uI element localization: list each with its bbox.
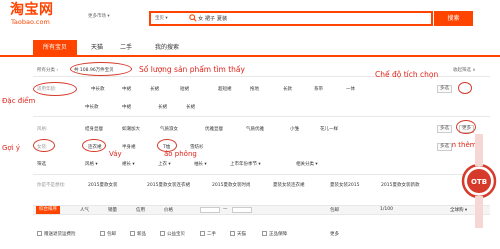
more-options-button[interactable]: 更多 <box>330 231 339 237</box>
breadcrumb-all-categories[interactable]: 所有分类 › <box>37 67 58 73</box>
price-max-input[interactable] <box>232 207 252 213</box>
annotation-skirt: Váy <box>109 150 122 158</box>
sort-price-button[interactable]: 价格 <box>164 207 173 213</box>
filter-item[interactable]: 系带 <box>314 86 323 92</box>
suggest-link[interactable]: 2015夏款女装连衣裙 <box>147 182 190 188</box>
checkbox[interactable] <box>200 231 205 236</box>
season-dropdown[interactable]: 上市年份季节 ▾ <box>230 161 261 167</box>
checkbox[interactable] <box>160 231 165 236</box>
annotation-count-found: Số lượng sản phẩm tìm thấy <box>139 65 245 74</box>
sort-credit-button[interactable]: 信用 <box>136 207 145 213</box>
filter-label-refine: 筛选 <box>37 162 46 167</box>
filter-item[interactable]: 半身裙 <box>122 144 136 150</box>
filter-item[interactable]: 长裙 <box>150 86 159 92</box>
tab-all-items[interactable]: 所有宝贝 <box>33 40 77 56</box>
filter-item[interactable]: 长裙 <box>186 104 195 110</box>
check-label: 二手 <box>207 232 216 237</box>
suggest-link[interactable]: 2015夏款女装 <box>88 182 117 188</box>
filter-item[interactable]: 超短裙 <box>218 86 232 92</box>
suggest-label: 你是不是想找: <box>37 183 66 188</box>
filter-item[interactable]: 长款 <box>283 86 292 92</box>
suggest-link[interactable]: 2015夏款女装新款 <box>381 182 419 188</box>
filter-item[interactable]: 中长款 <box>85 104 99 110</box>
suggest-link[interactable]: 夏装女装连衣裙 <box>273 182 305 188</box>
filter-item[interactable]: 短裙 <box>180 86 189 92</box>
suggest-link[interactable]: 夏装女装2015 <box>330 182 359 188</box>
check-label: 公益宝贝 <box>167 232 185 237</box>
filter-item[interactable]: 中长款 <box>91 86 105 92</box>
annotation-suggestions: Gợi ý <box>2 144 21 152</box>
watermark-badge-icon: OTB <box>461 134 497 228</box>
collapse-filter-button[interactable]: 收起筛选 ∧ <box>453 67 476 73</box>
multi-select-button[interactable]: 多选 <box>437 85 452 93</box>
checkbox[interactable] <box>262 231 267 236</box>
check-label: 包邮 <box>107 232 116 237</box>
price-separator: — <box>223 207 228 212</box>
tab-second-hand[interactable]: 二手 <box>115 40 137 56</box>
sleeve-length-dropdown[interactable]: 袖长 ▾ <box>194 161 207 167</box>
taobao-logo[interactable]: 淘宝网 <box>10 2 54 18</box>
filter-item[interactable]: 一体 <box>346 86 355 92</box>
filter-item[interactable]: 如潮加大 <box>122 126 140 132</box>
filter-item[interactable]: 结身显瘦 <box>85 126 103 132</box>
filter-item[interactable]: 小雏 <box>290 126 299 132</box>
check-label: 正品保障 <box>269 232 287 237</box>
filter-item[interactable]: 气质淑女 <box>160 126 178 132</box>
checkbox[interactable] <box>37 231 42 236</box>
page-indicator: 1/100 <box>380 207 393 212</box>
sort-sales-button[interactable]: 销量 <box>108 207 117 213</box>
filter-item[interactable]: 中裙 <box>122 104 131 110</box>
check-label: 天猫 <box>237 232 246 237</box>
sort-default-button[interactable]: 综合排序 <box>36 206 60 214</box>
divider <box>33 174 490 175</box>
filter-item[interactable]: 花儿一样 <box>320 126 338 132</box>
annotation-circle-multi <box>458 82 472 94</box>
tab-tmall[interactable]: 天猫 <box>85 40 109 56</box>
multi-select-button[interactable]: 多选 <box>437 125 452 133</box>
sort-bar <box>33 205 490 215</box>
search-button[interactable]: 搜索 <box>434 11 473 26</box>
free-shipping-toggle[interactable]: 包邮 <box>330 207 339 213</box>
filter-label-style: 风格: <box>37 127 48 132</box>
price-min-input[interactable] <box>200 207 220 213</box>
annotation-multi-select: Chế độ tích chọn <box>375 70 439 79</box>
sort-popularity-button[interactable]: 人气 <box>80 207 89 213</box>
taobao-logo-sub: Taobao.com <box>11 18 50 26</box>
filter-item[interactable]: 优雅显瘦 <box>205 126 223 132</box>
style-dropdown[interactable]: 风格 ▾ <box>85 161 98 167</box>
skirt-length-dropdown[interactable]: 裙长 ▾ <box>122 161 135 167</box>
annotation-circle-suggestions <box>33 139 55 152</box>
annotation-circle-dress <box>82 139 106 152</box>
filter-item[interactable]: 长裙 <box>158 104 167 110</box>
svg-text:OTB: OTB <box>471 178 487 186</box>
check-label: 新品 <box>137 232 146 237</box>
annotation-tshirt: áo phông <box>164 150 197 158</box>
checkbox[interactable] <box>230 231 235 236</box>
search-icon <box>189 14 197 22</box>
checkbox[interactable] <box>100 231 105 236</box>
filter-item[interactable]: 拖地 <box>250 86 259 92</box>
more-markets-dropdown[interactable]: 更多市场 ▾ <box>88 13 110 19</box>
tab-my-search[interactable]: 我的搜索 <box>147 40 187 56</box>
annotation-features: Đặc điểm <box>2 97 36 105</box>
checkbox[interactable] <box>130 231 135 236</box>
search-type-dropdown[interactable]: 宝贝 ▾ <box>152 14 183 23</box>
filter-item[interactable]: 中裙 <box>122 86 131 92</box>
annotation-circle-features <box>33 82 77 96</box>
top-dropdown[interactable]: 上衣 ▾ <box>158 161 171 167</box>
filter-item[interactable]: 气质优雅 <box>246 126 264 132</box>
multi-select-button[interactable]: 多选 <box>437 143 452 151</box>
search-input[interactable] <box>198 14 348 23</box>
suggest-link[interactable]: 2015夏款女装时尚 <box>212 182 250 188</box>
annotation-circle-count <box>70 62 132 76</box>
divider <box>33 116 490 117</box>
related-category-dropdown[interactable]: 相关分类 ▾ <box>296 161 318 167</box>
check-label: 赠送退货运费险 <box>44 232 76 237</box>
